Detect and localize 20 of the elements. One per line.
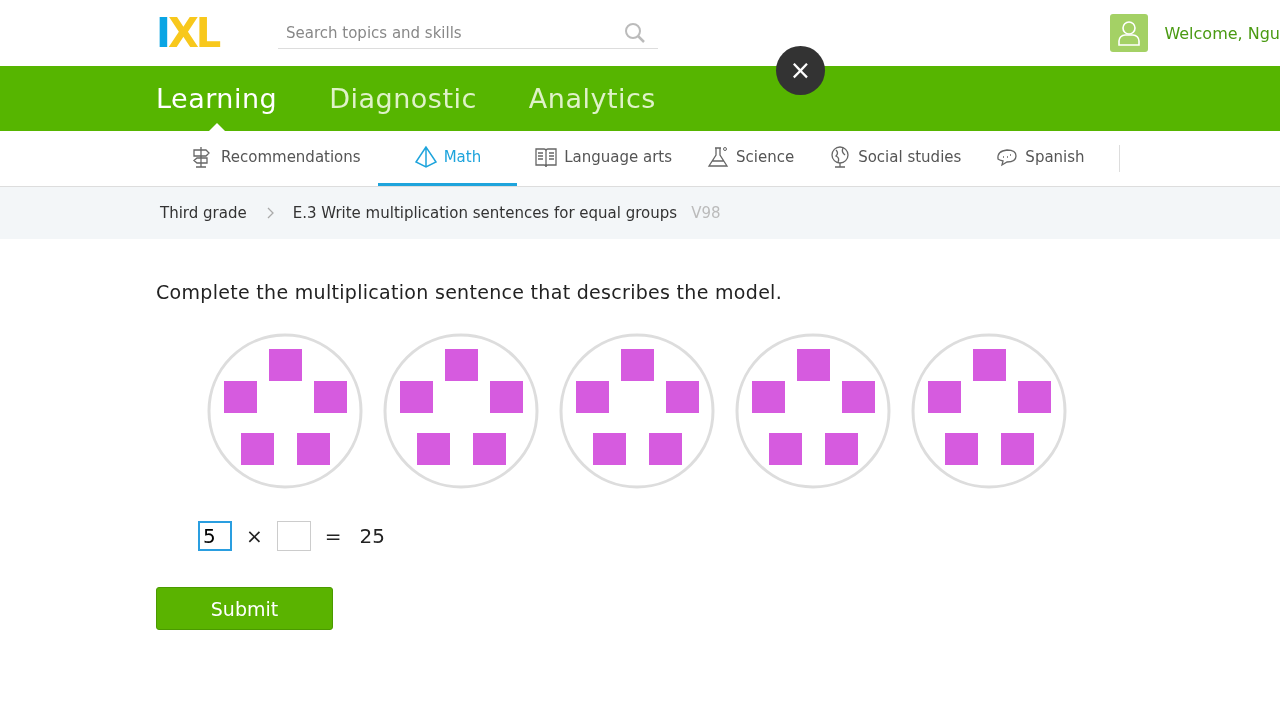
answer-box[interactable] xyxy=(276,521,311,551)
subject-tab[interactable]: Social studies xyxy=(811,131,979,186)
skill-code: V98 xyxy=(691,204,721,222)
breadcrumb-link[interactable]: Third grade xyxy=(160,204,247,222)
equation-symbol: 25 xyxy=(359,524,385,548)
subject-tab[interactable]: Language arts xyxy=(517,131,689,186)
question-prompt: Complete the multiplication sentence that describes the model. xyxy=(156,281,784,303)
subject-tab[interactable]: Spanish xyxy=(978,131,1102,186)
flask-icon xyxy=(706,145,730,169)
avatar-icon[interactable] xyxy=(1110,14,1149,52)
chevron-icon xyxy=(266,207,275,219)
book-icon xyxy=(534,145,559,169)
answer-box[interactable]: 5 xyxy=(198,521,232,551)
skill-title: E.3 Write multiplication sentences for equal groups xyxy=(292,204,678,222)
equation-symbol: × xyxy=(246,524,263,548)
equation-symbol: = xyxy=(324,524,342,548)
welcome-text[interactable]: Welcome, Ngu xyxy=(1164,23,1280,43)
subject-tab[interactable]: Recommendations xyxy=(174,131,378,186)
pyramid-icon xyxy=(413,145,438,169)
subject-tab[interactable]: Science xyxy=(689,131,812,186)
